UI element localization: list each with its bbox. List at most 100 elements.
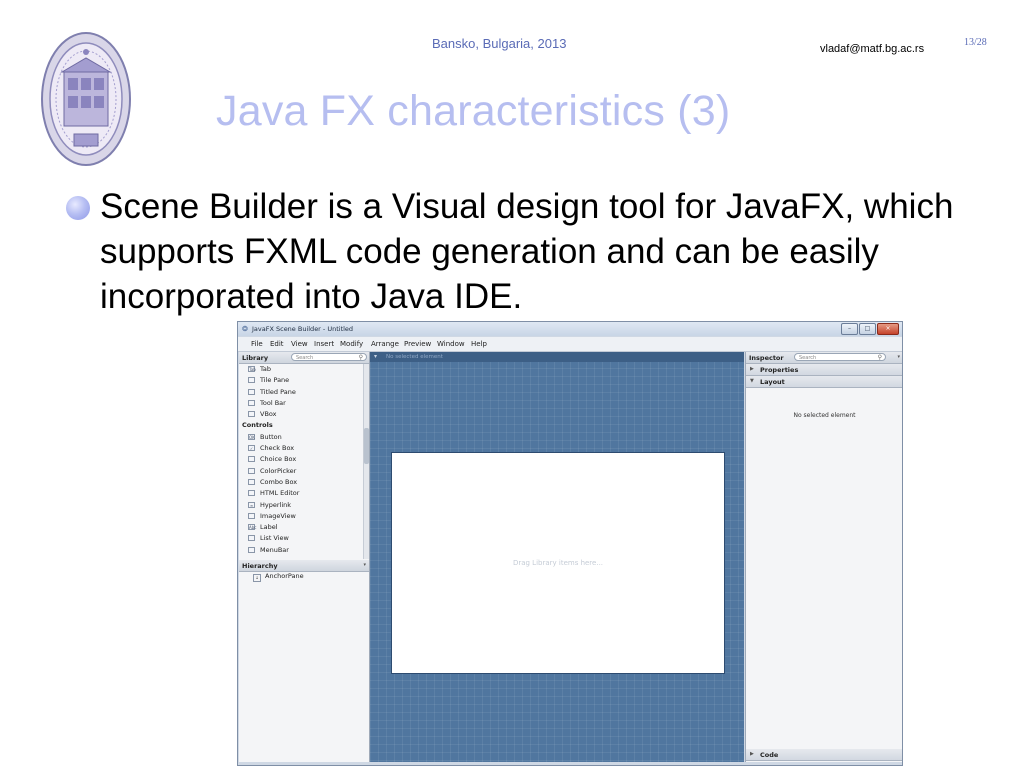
library-item[interactable]: Tab Tab	[239, 364, 363, 375]
menu-insert[interactable]: Insert	[314, 340, 334, 348]
library-item[interactable]: Combo Box	[239, 477, 363, 488]
inspector-search-input[interactable]: Search ⚲	[794, 353, 886, 361]
library-item-label: MenuBar	[260, 545, 289, 554]
library-item[interactable]: OK Button	[239, 432, 363, 443]
library-item-label: ColorPicker	[260, 466, 297, 475]
library-search-placeholder: Search	[296, 355, 314, 361]
university-seal-logo	[41, 32, 131, 166]
library-item[interactable]: ✓ Check Box	[239, 443, 363, 454]
window-controls: – □ ×	[841, 323, 899, 335]
menu-file[interactable]: File	[251, 340, 263, 348]
layout-label: Layout	[760, 378, 785, 386]
inspector-header: Inspector Search ⚲ ▾	[746, 352, 902, 364]
component-icon	[248, 478, 255, 485]
no-selection-message: No selected element	[793, 412, 856, 419]
properties-section[interactable]: ▶ Properties	[746, 364, 902, 376]
code-label: Code	[760, 751, 779, 759]
chevron-down-icon[interactable]: ▾	[897, 354, 900, 360]
library-scroll-thumb[interactable]	[364, 428, 369, 464]
library-item[interactable]: Choice Box	[239, 454, 363, 465]
component-icon: Abc	[248, 524, 257, 531]
library-item[interactable]: ∞ Hyperlink	[239, 500, 363, 511]
library-item-label: Controls	[242, 421, 273, 430]
library-item[interactable]: ColorPicker	[239, 466, 363, 477]
search-icon: ⚲	[877, 354, 882, 361]
library-item[interactable]: Abc Label	[239, 522, 363, 533]
hierarchy-header: Hierarchy ▾	[239, 560, 369, 572]
library-item[interactable]: List View	[239, 533, 363, 544]
design-canvas[interactable]: Drag Library items here...	[391, 452, 725, 674]
menu-preview[interactable]: Preview	[404, 340, 431, 348]
menu-help[interactable]: Help	[471, 340, 487, 348]
component-icon	[248, 546, 255, 553]
chevron-down-icon[interactable]: ▾	[363, 562, 366, 568]
library-item[interactable]: HTML Editor	[239, 488, 363, 499]
library-category: Controls	[239, 420, 363, 431]
menu-edit[interactable]: Edit	[270, 340, 284, 348]
page-number: 13/28	[964, 37, 987, 48]
library-item-label: Tab	[260, 365, 272, 373]
component-icon	[248, 535, 255, 542]
component-icon: ∞	[248, 501, 255, 508]
slide: Bansko, Bulgaria, 2013 vladaf@matf.bg.ac…	[0, 0, 1024, 768]
library-list: Tab Tab Tile Pane Titled Pane Tool Bar VBox Co…	[239, 364, 363, 559]
library-title: Library	[242, 354, 269, 362]
collapse-triangle-icon[interactable]: ▾	[374, 353, 377, 360]
menu-modify[interactable]: Modify	[340, 340, 363, 348]
layout-section[interactable]: ▼ Layout	[746, 376, 902, 388]
canvas-hint: Drag Library items here...	[512, 559, 604, 567]
component-icon	[248, 377, 255, 384]
library-item[interactable]: VBox	[239, 409, 363, 420]
maximize-button[interactable]: □	[859, 323, 876, 335]
component-icon	[248, 388, 255, 395]
content-selection-label: No selected element	[386, 354, 443, 360]
library-header: Library Search ⚲	[239, 352, 369, 364]
menu-arrange[interactable]: Arrange	[371, 340, 399, 348]
content-header: ▾ No selected element	[370, 352, 744, 362]
inspector-search-placeholder: Search	[799, 355, 817, 361]
library-item-label: Choice Box	[260, 455, 297, 464]
window-title: JavaFX Scene Builder - Untitled	[252, 325, 354, 333]
expand-triangle-icon: ▶	[750, 366, 754, 372]
component-icon	[248, 456, 255, 463]
library-item-label: List View	[260, 534, 289, 543]
library-item-label: Check Box	[260, 444, 295, 453]
library-item-label: Label	[260, 523, 278, 532]
code-section[interactable]: ▶ Code	[746, 749, 902, 761]
properties-label: Properties	[760, 366, 799, 374]
library-item-label: Button	[260, 432, 282, 441]
minimize-button[interactable]: –	[841, 323, 858, 335]
hierarchy-title: Hierarchy	[242, 562, 278, 570]
library-item-label: Hyperlink	[260, 500, 292, 509]
component-icon: ✓	[248, 445, 255, 452]
component-icon	[248, 490, 255, 497]
hierarchy-item-anchorpane[interactable]: ↓ AnchorPane	[253, 572, 304, 582]
component-icon	[248, 512, 255, 519]
menu-window[interactable]: Window	[437, 340, 465, 348]
bullet-text: Scene Builder is a Visual design tool fo…	[100, 187, 954, 316]
inspector-title: Inspector	[749, 354, 784, 362]
menu-bar: File Edit View Insert Modify Arrange Pre…	[238, 337, 902, 352]
slide-title: Java FX characteristics (3)	[216, 87, 731, 135]
library-item-label: Tool Bar	[260, 398, 286, 407]
library-item[interactable]: Tile Pane	[239, 375, 363, 386]
library-item-label: VBox	[260, 410, 277, 419]
library-search-input[interactable]: Search ⚲	[291, 353, 367, 361]
library-item[interactable]: ImageView	[239, 511, 363, 522]
window-titlebar: ❂ JavaFX Scene Builder - Untitled – □ ×	[238, 322, 902, 336]
library-item[interactable]: Titled Pane	[239, 387, 363, 398]
header-location: Bansko, Bulgaria, 2013	[432, 36, 567, 51]
menu-view[interactable]: View	[291, 340, 308, 348]
component-icon	[248, 399, 255, 406]
library-item[interactable]: Tool Bar	[239, 398, 363, 409]
bullet-dot-icon	[66, 196, 90, 220]
library-item-label: HTML Editor	[260, 489, 300, 498]
close-button[interactable]: ×	[877, 323, 899, 335]
library-item-label: Tile Pane	[260, 376, 290, 385]
header-email: vladaf@matf.bg.ac.rs	[820, 43, 925, 55]
component-icon	[248, 411, 255, 418]
component-icon: OK	[248, 433, 255, 440]
library-scrollbar[interactable]	[363, 364, 369, 559]
left-panel: Library Search ⚲ Tab Tab Tile Pane Titled P…	[239, 352, 370, 762]
library-item[interactable]: MenuBar	[239, 545, 363, 556]
